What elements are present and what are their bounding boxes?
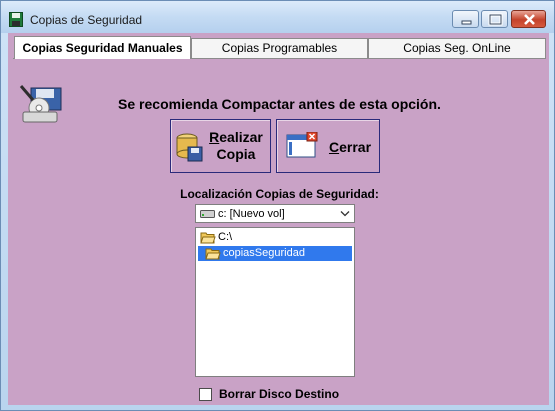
floppy-disk-icon [9, 12, 23, 27]
window-close-icon [286, 132, 318, 158]
folder-open-icon [200, 232, 216, 244]
window-title: Copias de Seguridad [30, 13, 143, 27]
directory-item-label: C:\ [218, 231, 233, 243]
directory-item-root[interactable]: C:\ [198, 230, 352, 245]
tab-panel: Se recomienda Compactar antes de esta op… [13, 58, 546, 402]
realizar-copia-label: Realizar Copia [207, 129, 265, 163]
chevron-down-icon[interactable] [338, 207, 352, 220]
cerrar-button[interactable]: Cerrar [276, 119, 380, 173]
title-bar[interactable]: Copias de Seguridad [1, 1, 554, 33]
tab-copias-programables[interactable]: Copias Programables [191, 38, 368, 58]
app-window: Copias de Seguridad Copias Seguridad Man… [0, 0, 555, 411]
directory-list[interactable]: C:\ copiasSeguridad [195, 227, 355, 377]
realizar-copia-button[interactable]: Realizar Copia [170, 119, 271, 173]
directory-item-copiasseguridad[interactable]: copiasSeguridad [198, 246, 352, 261]
realizar-label-line1: ealizar [219, 129, 263, 145]
maximize-button[interactable] [481, 10, 508, 28]
hard-drive-icon [200, 210, 215, 218]
drive-select-value: c: [Nuevo vol] [218, 208, 285, 220]
client-area: Copias Seguridad Manuales Copias Program… [8, 33, 549, 405]
close-icon [524, 14, 535, 25]
folder-open-icon [205, 248, 221, 260]
maximize-icon [488, 13, 503, 26]
borrar-disco-checkbox[interactable] [199, 388, 212, 401]
location-label: Localización Copias de Seguridad: [180, 187, 379, 201]
tab-copias-manuales[interactable]: Copias Seguridad Manuales [14, 36, 191, 59]
borrar-disco-label: Borrar Disco Destino [219, 387, 340, 401]
realizar-label-mnemonic: R [209, 129, 220, 145]
directory-item-label: copiasSeguridad [223, 247, 305, 259]
cerrar-label-mnemonic: C [328, 139, 340, 155]
drive-select[interactable]: c: [Nuevo vol] [195, 204, 355, 223]
minimize-button[interactable] [452, 10, 479, 28]
tab-copias-online[interactable]: Copias Seg. OnLine [368, 38, 546, 58]
database-save-icon [176, 133, 203, 162]
minimize-icon [461, 20, 472, 25]
close-window-button[interactable] [511, 10, 546, 28]
realizar-label-line2: Copia [216, 146, 256, 162]
cerrar-label: Cerrar [325, 139, 375, 156]
cerrar-label-rest: errar [339, 139, 372, 155]
recommendation-text: Se recomienda Compactar antes de esta op… [118, 96, 441, 112]
